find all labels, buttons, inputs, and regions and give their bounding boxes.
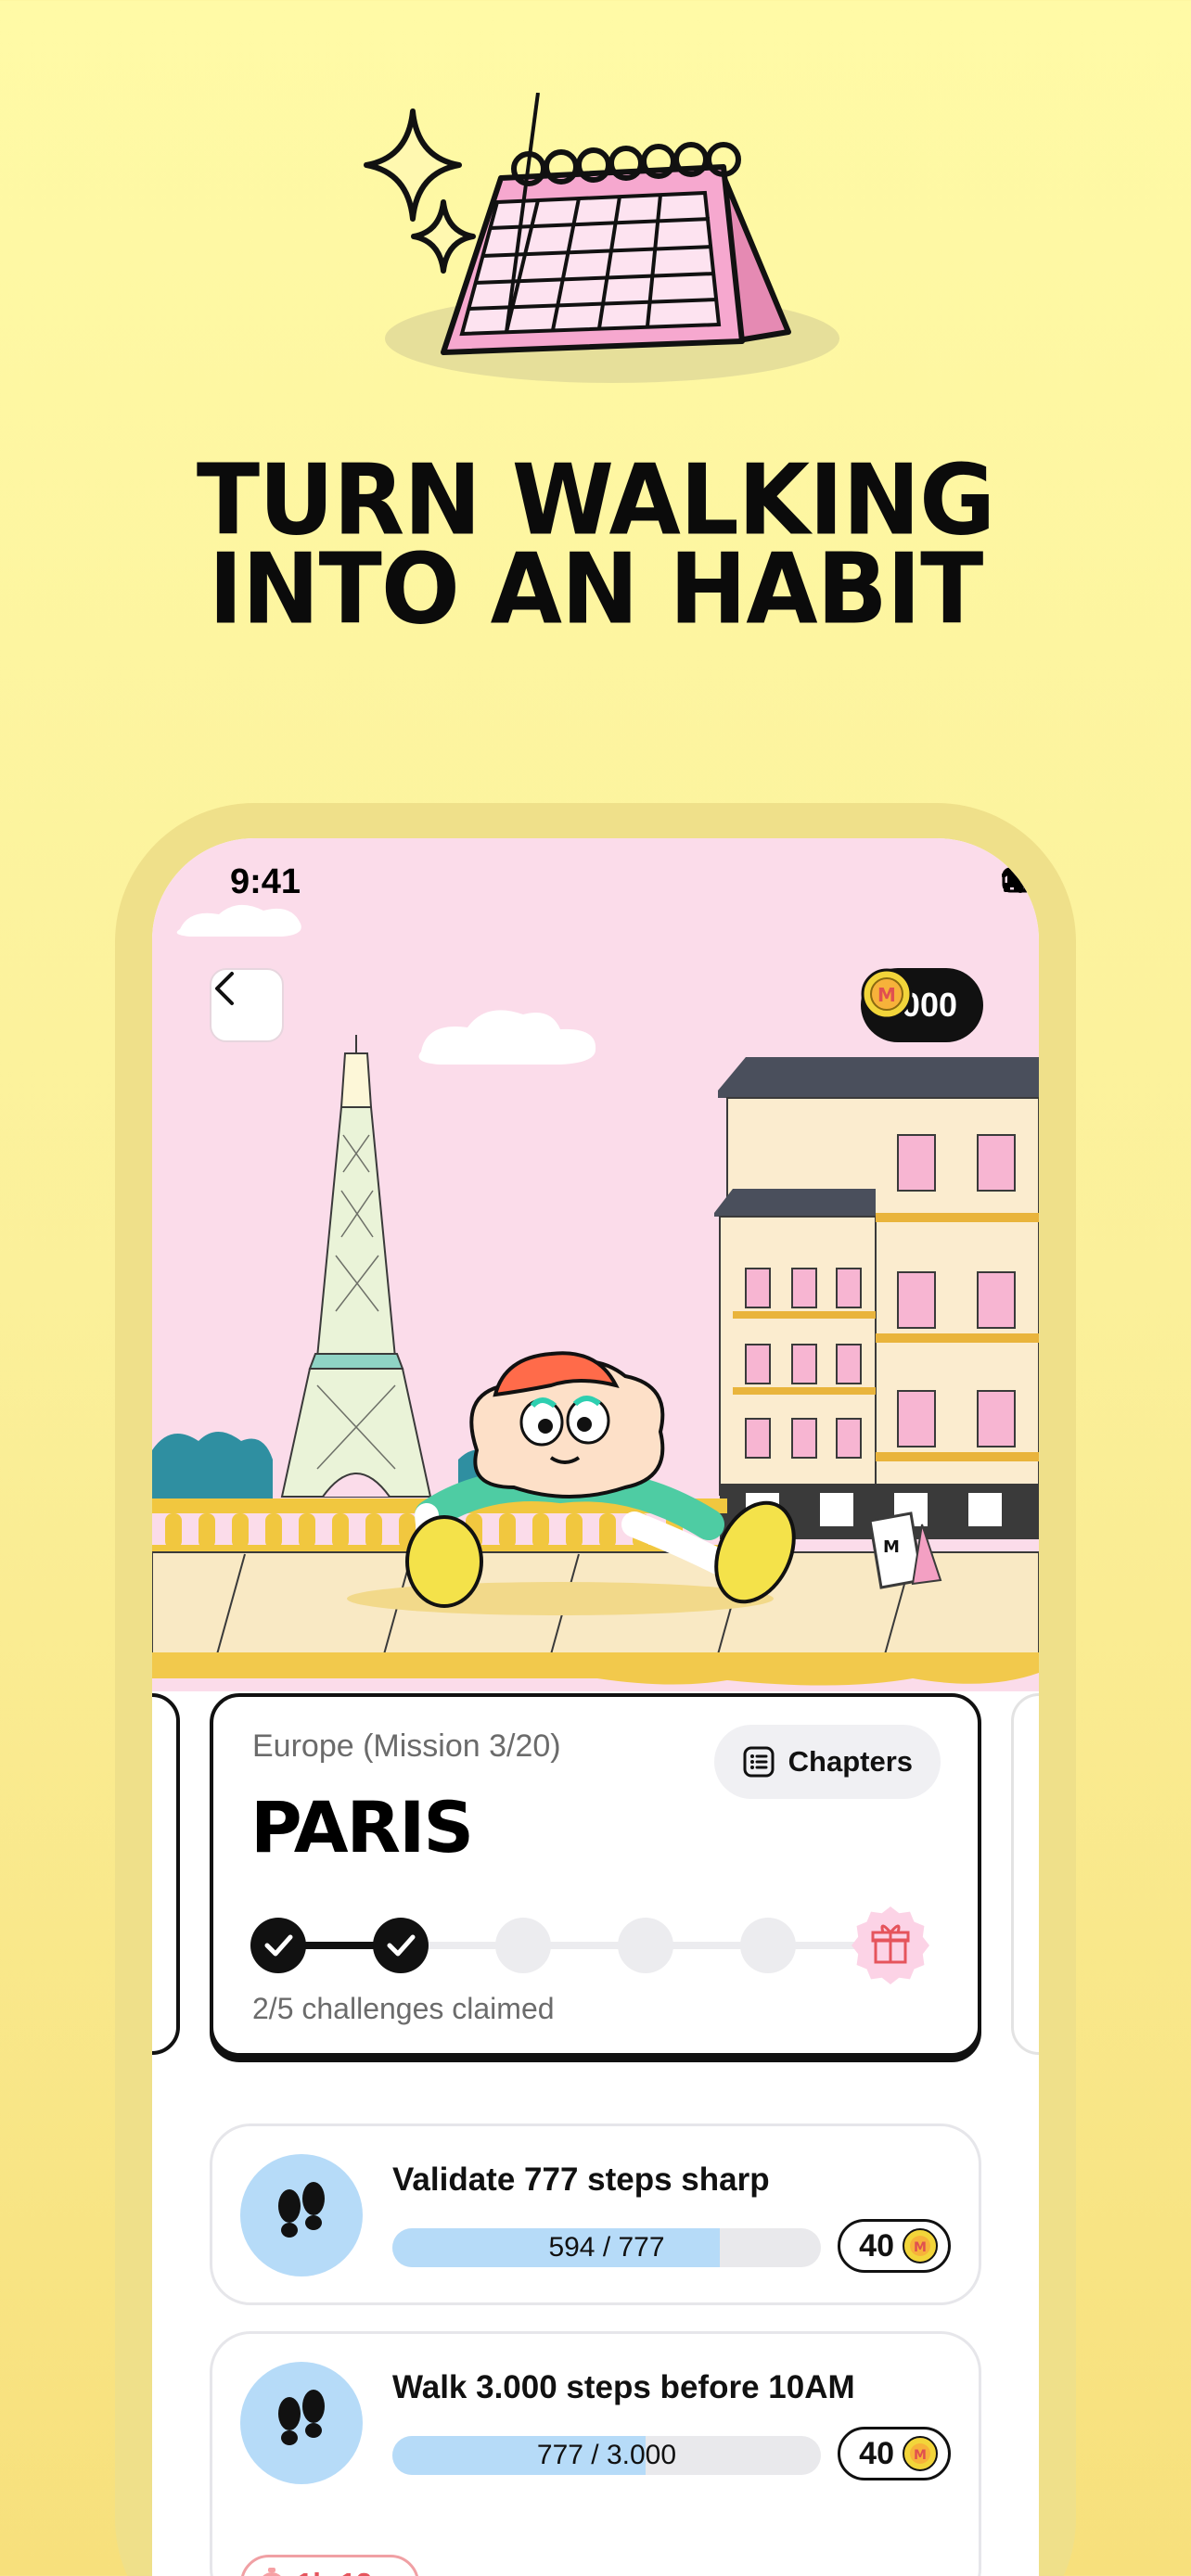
footsteps-badge [240, 2362, 363, 2484]
chevron-left-icon [215, 972, 234, 1005]
calendar-illustration [364, 93, 839, 383]
svg-text:M: M [914, 2240, 927, 2255]
reward-pill: 40 M [838, 2427, 951, 2480]
reward-pill: 40 M [838, 2219, 951, 2273]
footsteps-badge [240, 2154, 363, 2276]
headline-line-2: INTO AN HABIT [208, 532, 984, 646]
step-completed-icon [373, 1918, 429, 1973]
list-icon [743, 1746, 775, 1778]
mission-progress-track [250, 1906, 929, 1984]
next-mission-card[interactable] [1011, 1693, 1039, 2055]
chapters-label: Chapters [788, 1745, 913, 1778]
svg-text:M: M [914, 2448, 927, 2463]
challenge-progress-bar: 777 / 3.000 [392, 2436, 821, 2475]
mission-title: PARIS [250, 1786, 474, 1868]
challenge-progress-text: 594 / 777 [548, 2232, 665, 2263]
footsteps-icon [278, 2182, 325, 2238]
gift-icon[interactable] [852, 1906, 929, 1984]
challenge-card[interactable]: Walk 3.000 steps before 10AM 777 / 3.000… [210, 2331, 981, 2576]
challenge-title: Walk 3.000 steps before 10AM [392, 2369, 855, 2405]
timer-text: 1h:12m [297, 2567, 398, 2576]
reward-amount: 40 [859, 2227, 894, 2264]
challenge-progress-text: 777 / 3.000 [536, 2440, 677, 2470]
back-button[interactable] [210, 968, 284, 1042]
headline: TURN WALKING INTO AN HABIT [0, 452, 1191, 646]
paris-illustration: M [152, 904, 1039, 1686]
battery-icon [1002, 867, 1039, 893]
step-pending-icon [495, 1918, 551, 1973]
coin-icon: M [903, 2228, 938, 2264]
svg-text:M: M [877, 984, 896, 1006]
mission-card[interactable]: Europe (Mission 3/20) PARIS Chapters 2/5… [210, 1693, 981, 2057]
paris-scene-illustration: M 9:41 M 3.000 [152, 838, 1039, 1691]
chapters-button[interactable]: Chapters [713, 1725, 941, 1799]
step-completed-icon [250, 1918, 306, 1973]
step-pending-icon [740, 1918, 796, 1973]
challenge-card[interactable]: Validate 777 steps sharp 594 / 777 40 M [210, 2123, 981, 2305]
phone-screen: M 9:41 M 3.000 Europe (Mission 3/20) PAR… [152, 838, 1039, 2576]
mission-subtitle: Europe (Mission 3/20) [252, 1728, 561, 1764]
coin-icon: M [903, 2436, 938, 2471]
coin-balance[interactable]: M 3.000 [860, 968, 983, 1042]
timer-pill: 1h:12m [240, 2555, 419, 2576]
reward-amount: 40 [859, 2435, 894, 2471]
challenge-title: Validate 777 steps sharp [392, 2162, 770, 2198]
footsteps-icon [278, 2390, 325, 2445]
previous-mission-card[interactable] [152, 1693, 180, 2055]
mission-progress-text: 2/5 challenges claimed [252, 1992, 555, 2025]
step-pending-icon [618, 1918, 673, 1973]
challenge-progress-bar: 594 / 777 [392, 2228, 821, 2267]
svg-text:M: M [883, 1537, 900, 1557]
stopwatch-icon [263, 2568, 281, 2576]
coin-icon: M [861, 968, 913, 1020]
status-time: 9:41 [230, 862, 301, 901]
